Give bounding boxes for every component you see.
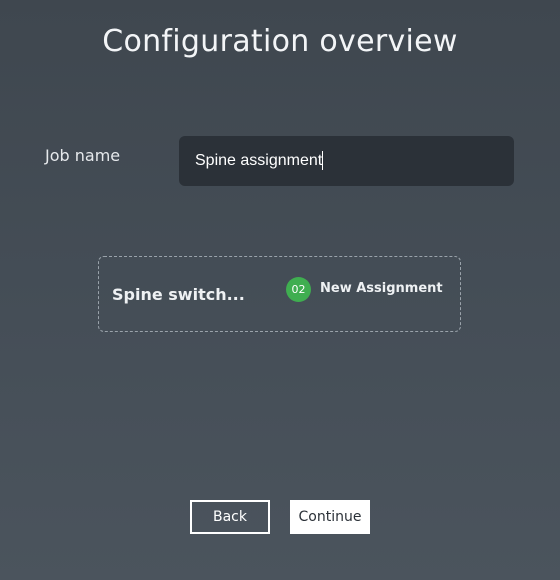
assignment-count-badge: 02 — [286, 277, 311, 302]
job-name-label: Job name — [45, 146, 121, 165]
back-button[interactable]: Back — [190, 500, 270, 534]
assignment-label: New Assignment — [320, 281, 443, 296]
switch-name: Spine switch... — [112, 285, 245, 304]
page-title: Configuration overview — [102, 24, 458, 59]
job-name-input[interactable] — [179, 136, 514, 186]
assignment-card[interactable]: Spine switch... 02 New Assignment — [98, 256, 461, 332]
continue-button[interactable]: Continue — [290, 500, 370, 534]
text-cursor — [322, 151, 323, 170]
